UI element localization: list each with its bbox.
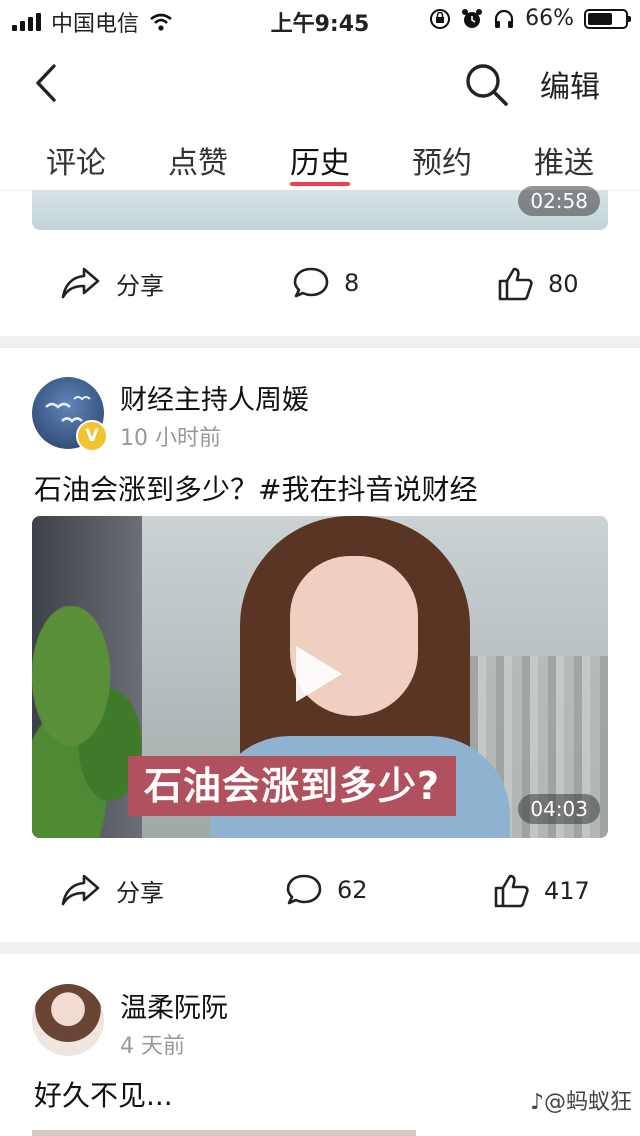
alarm-icon [462,8,483,28]
orientation-lock-icon [430,8,451,29]
video-caption: 石油会涨到多少? [128,756,457,816]
author-name[interactable]: 财经主持人周媛 [120,378,309,417]
video-thumbnail[interactable] [32,1130,416,1136]
active-tab-indicator [290,182,350,186]
verified-badge-icon: V [76,420,108,452]
like-button[interactable]: 417 [492,872,590,910]
share-label: 分享 [116,878,164,907]
battery-icon [584,8,631,29]
tab-bar: 评论 点赞 历史 预约 推送 [0,130,640,191]
card-divider [0,336,640,348]
tiktok-logo-icon: ♪ [529,1090,544,1115]
thumbs-up-icon [494,874,529,908]
comment-button[interactable]: 8 [292,265,359,301]
search-icon[interactable] [462,60,510,108]
tab-reservations[interactable]: 预约 [412,138,472,182]
tab-comments[interactable]: 评论 [46,138,106,182]
status-bar: 中国电信 上午9:45 66% [0,0,640,40]
post-time: 4 天前 [120,1034,185,1059]
video-duration: 04:03 [518,794,600,824]
like-button[interactable]: 80 [496,265,579,303]
play-icon[interactable] [296,646,342,702]
thumbs-up-icon [498,267,533,301]
watermark: ♪@蚂蚁狂 [529,1090,632,1115]
comment-icon [293,267,329,298]
post-text[interactable]: 石油会涨到多少？#我在抖音说财经 [34,468,477,508]
status-right: 66% [429,6,631,31]
post-text[interactable]: 好久不见... [34,1074,173,1114]
comment-count: 62 [337,876,368,904]
video-player[interactable]: 石油会涨到多少? 04:03 [32,516,608,838]
comment-icon [286,874,322,905]
comment-button[interactable]: 62 [285,872,368,908]
video-thumbnail[interactable]: 02:58 [32,186,608,230]
avatar[interactable] [32,984,104,1056]
share-button[interactable]: 分享 [60,872,164,908]
headphones-icon [494,9,514,28]
like-count: 80 [548,270,579,298]
share-icon [61,874,100,906]
share-label: 分享 [116,271,164,300]
tab-push[interactable]: 推送 [534,138,594,182]
back-arrow-icon[interactable] [22,58,72,108]
post-time: 10 小时前 [120,426,221,451]
comment-count: 8 [344,269,360,297]
author-name[interactable]: 温柔阮阮 [120,986,228,1025]
edit-button[interactable]: 编辑 [540,62,600,106]
tab-likes[interactable]: 点赞 [168,138,228,182]
card-divider [0,942,640,954]
like-count: 417 [544,877,590,905]
share-button[interactable]: 分享 [60,265,164,301]
tab-history[interactable]: 历史 [290,138,350,182]
share-icon [61,267,100,299]
battery-percent: 66% [525,6,574,31]
video-duration: 02:58 [518,186,600,216]
